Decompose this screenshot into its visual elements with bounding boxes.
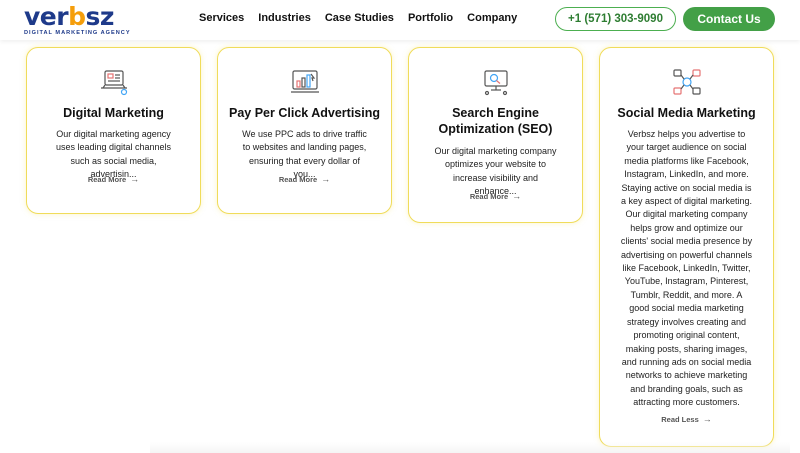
social-network-icon [672,69,701,95]
nav-item-services[interactable]: Services [199,12,244,24]
nav-item-company[interactable]: Company [467,12,517,24]
nav-item-case-studies[interactable]: Case Studies [325,12,394,24]
service-card-social-media: Social Media Marketing Verbsz helps you … [599,47,774,447]
card-title: Search Engine Optimization (SEO) [438,106,553,136]
service-card-digital-marketing: Digital Marketing Our digital marketing … [26,47,201,214]
nav-item-industries[interactable]: Industries [258,12,311,24]
read-more-label: Read More [278,174,318,184]
logo-pin-letter: b [68,2,86,31]
arrow-right-icon: → [512,191,522,201]
logo-text-part: sz [85,2,115,31]
read-more-link[interactable]: Read More → [218,174,391,184]
read-more-link[interactable]: Read More → [27,174,200,184]
read-less-label: Read Less [661,414,699,424]
card-description: Verbsz helps you advertise to your targe… [620,129,753,408]
arrow-right-icon: → [702,414,712,424]
main-nav: Services Industries Case Studies Portfol… [199,12,531,24]
site-header: ver b sz DIGITAL MARKETING AGENCY Services… [0,0,800,40]
logo-wordmark: ver b sz [24,2,134,31]
arrow-right-icon: → [130,174,140,184]
arrow-right-icon: → [321,174,331,184]
read-more-label: Read More [87,174,127,184]
digital-marketing-icon [100,70,127,96]
nav-item-portfolio[interactable]: Portfolio [408,12,453,24]
phone-button[interactable]: +1 (571) 303-9090 [555,7,676,31]
seo-monitor-icon [483,70,508,96]
verbsz-logo[interactable]: ver b sz DIGITAL MARKETING AGENCY [24,2,134,37]
service-card-seo: Search Engine Optimization (SEO) Our dig… [408,47,583,223]
card-title: Pay Per Click Advertising [229,106,380,120]
logo-text-part: ver [24,2,69,31]
contact-us-button[interactable]: Contact Us [683,7,775,31]
card-title: Digital Marketing [63,106,164,120]
read-more-label: Read More [469,191,509,201]
read-less-link[interactable]: Read Less → [600,414,773,424]
card-title: Social Media Marketing [617,106,756,120]
service-card-ppc: Pay Per Click Advertising We use PPC ads… [217,47,392,214]
read-more-link[interactable]: Read More → [409,191,582,201]
section-bottom-edge [150,442,790,453]
ppc-chart-icon [290,70,319,93]
logo-tagline: DIGITAL MARKETING AGENCY [24,30,131,36]
